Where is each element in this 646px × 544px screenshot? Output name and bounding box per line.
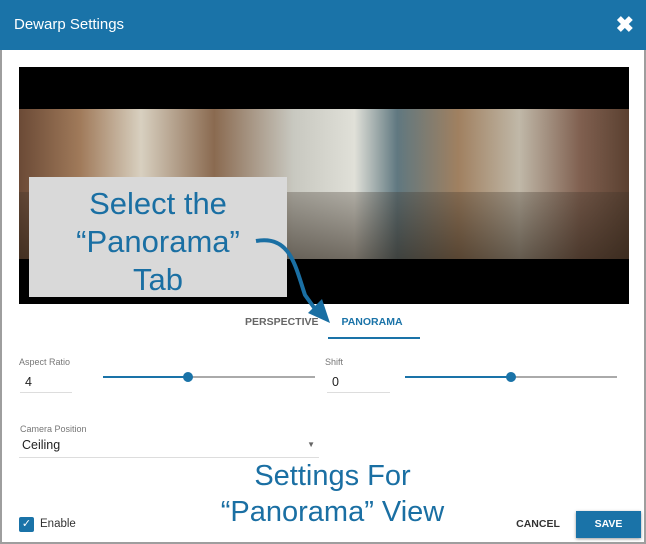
annotation-line: Tab xyxy=(133,262,183,297)
tab-panorama[interactable]: PANORAMA xyxy=(327,316,417,328)
annotation-line: Select the xyxy=(89,186,227,221)
camera-position-label: Camera Position xyxy=(20,424,87,434)
annotation-line: “Panorama” View xyxy=(220,496,445,528)
enable-label: Enable xyxy=(40,518,76,530)
aspect-ratio-input[interactable]: 4 xyxy=(20,375,72,393)
annotation-line: “Panorama” xyxy=(76,224,240,259)
camera-position-value: Ceiling xyxy=(22,438,61,452)
shift-input[interactable]: 0 xyxy=(327,375,390,393)
camera-position-select[interactable]: Ceiling ▼ xyxy=(19,438,319,458)
slider-fill xyxy=(405,376,511,378)
aspect-ratio-label: Aspect Ratio xyxy=(19,357,71,367)
chevron-down-icon: ▼ xyxy=(307,440,315,449)
shift-label: Shift xyxy=(325,357,344,367)
slider-thumb[interactable] xyxy=(182,372,193,382)
dialog-header: Dewarp Settings ✖ xyxy=(0,0,646,50)
annotation-select-tab: Select the “Panorama” Tab xyxy=(29,177,287,297)
annotation-line: Settings For xyxy=(254,460,411,492)
view-tabs: PERSPECTIVE PANORAMA xyxy=(230,310,430,340)
close-icon[interactable]: ✖ xyxy=(616,12,634,38)
aspect-ratio-slider[interactable] xyxy=(103,371,315,383)
dialog-title: Dewarp Settings xyxy=(14,16,125,33)
slider-thumb[interactable] xyxy=(506,372,516,382)
enable-checkbox[interactable]: ✓ xyxy=(19,517,34,532)
slider-fill xyxy=(103,376,188,378)
active-tab-indicator xyxy=(328,337,420,339)
shift-slider[interactable] xyxy=(405,371,617,383)
cancel-button[interactable]: CANCEL xyxy=(510,512,566,536)
tab-perspective[interactable]: PERSPECTIVE xyxy=(245,316,319,328)
annotation-settings: Settings For “Panorama” View xyxy=(190,458,475,530)
save-button[interactable]: SAVE xyxy=(576,511,641,538)
